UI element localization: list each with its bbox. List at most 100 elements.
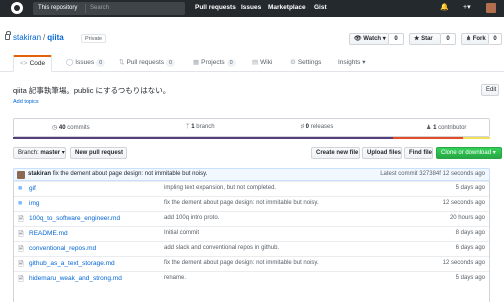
- file-commit-message[interactable]: rename.: [164, 275, 186, 281]
- avatar[interactable]: [486, 3, 496, 13]
- fork-label: Fork: [472, 36, 486, 42]
- table-row: 🗎 100q_to_software_engineer.md add 100q …: [14, 211, 489, 226]
- star-count[interactable]: 0: [441, 33, 456, 45]
- tab-projects-label: Projects: [201, 59, 225, 66]
- tab-pull-requests[interactable]: ⇅ Pull requests 0: [113, 55, 181, 72]
- private-badge: Private: [81, 34, 107, 43]
- file-name-link[interactable]: hidemaru_weak_and_strong.md: [29, 275, 122, 282]
- releases-label: releases: [310, 124, 334, 130]
- github-logo-icon[interactable]: [11, 2, 23, 14]
- file-age: 12 seconds ago: [442, 200, 485, 206]
- contributor-count: 1: [433, 125, 437, 131]
- bell-icon[interactable]: 🔔: [440, 3, 449, 11]
- summary-branches[interactable]: ᛉ 1 branch: [186, 124, 215, 130]
- code-icon: <>: [20, 60, 28, 67]
- new-pull-request-button[interactable]: New pull request: [70, 147, 127, 159]
- tab-code[interactable]: <> Code: [13, 55, 53, 72]
- nav-gist[interactable]: Gist: [314, 4, 327, 11]
- tab-pull-requests-count: 0: [166, 59, 176, 67]
- tab-pull-requests-label: Pull requests: [126, 59, 165, 66]
- branch-select-value: master: [40, 150, 61, 156]
- file-age: 20 hours ago: [449, 215, 485, 221]
- language-segment-2: [393, 137, 463, 139]
- repo-title: stakiran / qiita: [13, 33, 64, 42]
- search-divider: [85, 4, 86, 13]
- search-box[interactable]: This repository Search: [33, 2, 185, 15]
- chevron-down-icon: ▾: [362, 59, 366, 66]
- repo-tabs: <> Code ◯ Issues 0 ⇅ Pull requests 0 ▦ Project…: [0, 55, 504, 72]
- watch-count[interactable]: 0: [389, 33, 404, 45]
- summary-commits[interactable]: ◷ 40 commits: [52, 124, 90, 131]
- file-name-link[interactable]: 100q_to_software_engineer.md: [29, 215, 120, 222]
- clone-or-download-button[interactable]: Clone or download ▾: [436, 147, 502, 159]
- plus-icon[interactable]: +▾: [463, 3, 471, 11]
- repo-summary: ◷ 40 commits ᛉ 1 branch ♯ 0 releases ♟ 1…: [13, 118, 490, 137]
- tab-issues-label: Issues: [75, 59, 95, 66]
- file-commit-message[interactable]: Initial commit: [164, 230, 199, 236]
- file-commit-message[interactable]: impling text expansion, but not complete…: [164, 185, 276, 191]
- tab-wiki[interactable]: ▤ Wiki: [246, 55, 278, 72]
- file-age: 8 days ago: [455, 230, 485, 236]
- branch-select[interactable]: Branch: master ▾: [13, 147, 66, 159]
- file-commit-message[interactable]: fix the dement about page design: not im…: [164, 260, 319, 266]
- language-bar[interactable]: [13, 137, 490, 139]
- tab-insights[interactable]: Insights ▾: [332, 55, 371, 72]
- releases-count: 0: [305, 124, 310, 130]
- commit-message[interactable]: fix the dement about page design: not im…: [53, 171, 208, 177]
- commit-author[interactable]: stakiran: [28, 171, 51, 177]
- summary-contributors[interactable]: ♟ 1 contributor: [426, 124, 466, 131]
- nav-issues[interactable]: Issues: [241, 4, 261, 11]
- table-row: ■ img fix the dement about page design: …: [14, 196, 489, 211]
- file-icon: 🗎: [18, 246, 24, 253]
- tab-issues[interactable]: ◯ Issues 0: [60, 55, 111, 72]
- file-name-link[interactable]: conventional_repos.md: [29, 245, 96, 252]
- summary-releases[interactable]: ♯ 0 releases: [301, 124, 333, 130]
- watch-button[interactable]: 👁 Watch ▾: [349, 33, 389, 45]
- repo-name-link[interactable]: qiita: [47, 33, 63, 42]
- tab-wiki-label: Wiki: [260, 59, 273, 66]
- commits-label: commits: [67, 125, 90, 131]
- commit-sha[interactable]: 327384f: [419, 171, 441, 177]
- file-name-link[interactable]: README.md: [29, 230, 68, 237]
- create-new-file-button[interactable]: Create new file: [311, 147, 360, 159]
- gear-icon: ⚙: [290, 59, 296, 66]
- file-icon: 🗎: [18, 231, 24, 238]
- table-row: 🗎 hidemaru_weak_and_strong.md rename. 5 …: [14, 271, 489, 286]
- tab-code-label: Code: [29, 60, 46, 67]
- issue-icon: ◯: [66, 59, 74, 66]
- latest-commit-bar: stakiran fix the dement about page desig…: [13, 168, 490, 181]
- tab-projects[interactable]: ▦ Projects 0: [187, 55, 242, 72]
- table-row: ■ gif impling text expansion, but not co…: [14, 181, 489, 196]
- find-file-button[interactable]: Find file: [404, 147, 433, 159]
- upload-files-button[interactable]: Upload files: [362, 147, 402, 159]
- nav-pull-requests[interactable]: Pull requests: [195, 4, 236, 11]
- file-name-link[interactable]: github_as_a_text_storage.md: [29, 260, 115, 267]
- commit-summary: stakiran fix the dement about page desig…: [28, 171, 207, 177]
- add-topics-link[interactable]: Add topics: [13, 99, 39, 105]
- star-button[interactable]: ★ Star: [409, 33, 441, 45]
- file-commit-message[interactable]: fix the dement about page design: not im…: [164, 200, 319, 206]
- fork-button[interactable]: ⋔ Fork: [461, 33, 489, 45]
- search-scope-label: This repository: [38, 5, 78, 11]
- tab-insights-label: Insights: [338, 59, 361, 66]
- file-name-link[interactable]: img: [29, 200, 39, 207]
- file-icon: 🗎: [18, 261, 24, 268]
- commit-meta: Latest commit 327384f 12 seconds ago: [380, 171, 485, 177]
- fork-count[interactable]: 0: [489, 33, 502, 45]
- contributor-label: contributor: [438, 125, 467, 131]
- file-commit-message[interactable]: add 100q intro proto.: [164, 215, 219, 221]
- tab-settings[interactable]: ⚙ Settings: [284, 55, 327, 72]
- nav-marketplace[interactable]: Marketplace: [268, 4, 306, 11]
- tab-issues-count: 0: [96, 59, 106, 67]
- file-name-link[interactable]: gif: [29, 185, 36, 192]
- clone-label: Clone or download: [441, 150, 492, 156]
- commit-author-avatar[interactable]: [17, 171, 25, 179]
- folder-icon: ■: [18, 200, 23, 207]
- repo-owner-link[interactable]: stakiran: [13, 33, 41, 42]
- lock-icon: [5, 31, 11, 40]
- search-input[interactable]: Search: [90, 5, 109, 11]
- repo-description: qiita 記事執筆場。public にするつもりはない。: [13, 86, 171, 95]
- edit-description-button[interactable]: Edit: [481, 84, 499, 96]
- pr-icon: ⇅: [119, 59, 125, 66]
- file-commit-message[interactable]: add slack and conventional repos in gith…: [164, 245, 279, 251]
